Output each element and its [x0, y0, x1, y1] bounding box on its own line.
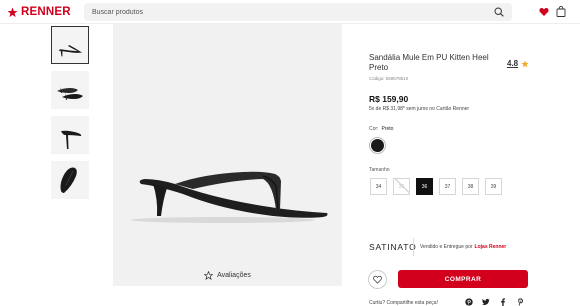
size-option-34[interactable]: 34 — [370, 178, 387, 195]
sold-by-store-link[interactable]: Lojas Renner — [475, 244, 507, 250]
heart-outline-icon — [373, 275, 382, 284]
color-label: Cor: Preto — [369, 126, 393, 132]
installments-info: 5x de R$ 31,98* sem juros no Cartão Renn… — [369, 106, 470, 112]
sandal-side-image — [58, 45, 82, 57]
logo-text: RENNER — [21, 6, 71, 18]
main-product-image[interactable]: Avaliações — [113, 24, 342, 286]
reviews-label: Avaliações — [217, 271, 251, 279]
renner-logo[interactable]: RENNER — [7, 5, 71, 19]
product-price: R$ 159,90 — [369, 94, 409, 104]
product-code: Código: 559578610 — [369, 76, 409, 81]
reviews-link[interactable]: Avaliações — [113, 264, 342, 286]
sandal-pair-image — [57, 87, 83, 100]
share-icons — [465, 298, 524, 306]
sold-by-info: Vendido e Entregue por Lojas Renner — [420, 244, 506, 250]
product-details-panel: Sandália Mule Em PU Kitten Heel Preto 4.… — [368, 24, 569, 306]
buy-button[interactable]: COMPRAR — [398, 270, 528, 288]
heart-icon[interactable] — [539, 7, 549, 17]
pinterest-icon[interactable] — [465, 298, 473, 306]
sandal-top-image — [60, 167, 77, 193]
thumbnail-side-view[interactable] — [51, 26, 89, 64]
search-input[interactable] — [92, 3, 482, 21]
product-title: Sandália Mule Em PU Kitten Heel Preto — [369, 53, 489, 72]
star-outline-icon — [204, 270, 214, 280]
sandal-main-image — [131, 171, 328, 223]
search-icon[interactable] — [494, 7, 504, 17]
renner-star-icon — [7, 7, 18, 17]
shopping-bag-icon[interactable] — [556, 6, 566, 17]
size-option-37[interactable]: 37 — [439, 178, 456, 195]
size-label: Tamanho — [369, 167, 390, 173]
color-value: Preto — [381, 126, 394, 132]
search-bar — [84, 3, 512, 21]
pinterest-p-icon[interactable] — [516, 298, 524, 306]
twitter-icon[interactable] — [482, 298, 490, 306]
favorite-button[interactable] — [368, 270, 387, 289]
brand-logo[interactable]: SATINATO — [369, 242, 417, 252]
sandal-heel-image — [61, 130, 82, 149]
size-options: 34 35 36 37 38 39 — [370, 178, 502, 195]
size-option-39[interactable]: 39 — [485, 178, 502, 195]
brand-divider — [413, 238, 414, 256]
site-header: RENNER — [0, 0, 580, 24]
size-option-35[interactable]: 35 — [393, 178, 410, 195]
size-option-36[interactable]: 36 — [416, 178, 433, 195]
color-label-text: Cor: — [369, 126, 379, 132]
facebook-icon[interactable] — [499, 298, 507, 306]
product-rating[interactable]: 4.8 — [507, 59, 529, 68]
sold-by-text: Vendido e Entregue por — [420, 244, 473, 250]
rating-value: 4.8 — [507, 59, 519, 68]
color-swatch-black[interactable] — [370, 138, 385, 153]
rating-star-icon — [521, 59, 529, 67]
thumbnail-top-view[interactable] — [51, 161, 89, 199]
thumbnail-heel-back[interactable] — [51, 116, 89, 154]
share-text: Curtiu? Compartilhe esta peça! — [369, 300, 438, 306]
size-option-38[interactable]: 38 — [462, 178, 479, 195]
thumbnail-pair-top[interactable] — [51, 71, 89, 109]
